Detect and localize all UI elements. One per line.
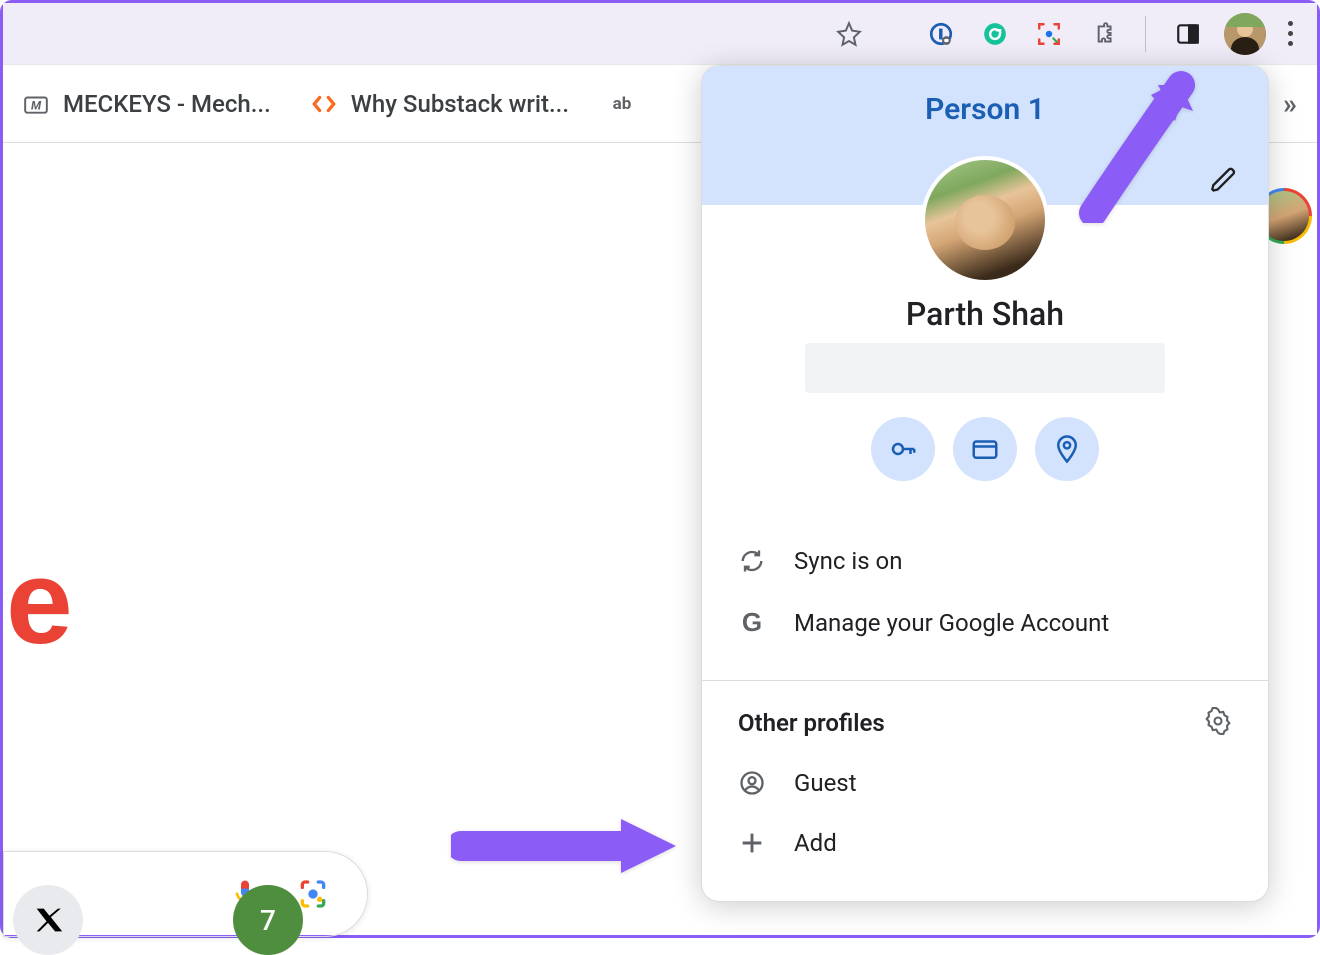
side-panel-icon[interactable] <box>1170 16 1206 52</box>
extensions-puzzle-icon[interactable] <box>1085 16 1121 52</box>
svg-text:M: M <box>31 98 42 112</box>
manage-account-item[interactable]: G Manage your Google Account <box>738 591 1232 654</box>
kebab-menu-icon[interactable] <box>1284 13 1297 54</box>
bookmark-substack-label: Why Substack writ... <box>351 90 569 118</box>
browser-toolbar <box>3 3 1317 65</box>
bookmark-abc-icon: ab <box>609 91 635 117</box>
guest-profile-item[interactable]: Guest <box>738 753 1232 813</box>
add-profile-item[interactable]: Add <box>738 813 1232 873</box>
panel-divider <box>702 680 1268 681</box>
addresses-button[interactable] <box>1035 417 1099 481</box>
profile-user-name: Parth Shah <box>732 295 1238 333</box>
profile-large-avatar <box>921 156 1049 284</box>
passwords-button[interactable] <box>871 417 935 481</box>
bookmark-meckeys[interactable]: M MECKEYS - Mech... <box>23 90 271 118</box>
bookmark-substack[interactable]: Why Substack writ... <box>311 90 569 118</box>
bookmarks-overflow-icon[interactable]: » <box>1283 87 1297 120</box>
edit-profile-icon[interactable] <box>1210 166 1238 198</box>
manage-account-label: Manage your Google Account <box>794 609 1109 637</box>
bookmark-meckeys-label: MECKEYS - Mech... <box>63 90 271 118</box>
profiles-settings-icon[interactable] <box>1204 707 1232 739</box>
bookmark-meckeys-icon: M <box>23 91 49 117</box>
google-g-icon: G <box>738 607 766 638</box>
annotation-arrow-top <box>1073 63 1213 227</box>
bookmark-star-icon[interactable] <box>831 16 867 52</box>
shortcut-7[interactable]: 7 <box>233 885 303 955</box>
profile-avatar-button[interactable] <box>1224 13 1266 55</box>
extension-grammarly-icon[interactable] <box>977 16 1013 52</box>
bookmark-abc[interactable]: ab <box>609 91 635 117</box>
extension-screenshot-icon[interactable] <box>1031 16 1067 52</box>
google-logo-fragment: e <box>6 533 73 671</box>
shortcut-x[interactable] <box>13 885 83 955</box>
guest-profile-label: Guest <box>794 769 857 797</box>
other-profiles-heading: Other profiles <box>738 709 885 737</box>
add-profile-label: Add <box>794 829 837 857</box>
sync-status-item[interactable]: Sync is on <box>738 531 1232 591</box>
bookmark-substack-icon <box>311 91 337 117</box>
sync-status-label: Sync is on <box>794 547 903 575</box>
payment-methods-button[interactable] <box>953 417 1017 481</box>
annotation-arrow-bottom <box>451 811 681 885</box>
toolbar-divider <box>1145 16 1146 52</box>
profile-email-redacted <box>805 343 1165 393</box>
extension-1password-icon[interactable] <box>923 16 959 52</box>
